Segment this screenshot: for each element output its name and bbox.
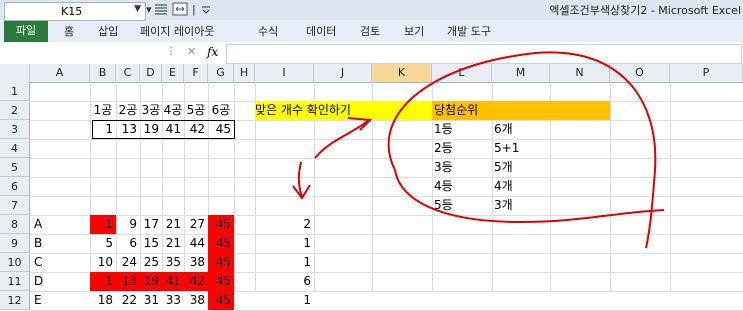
ticket-number[interactable]: 38 <box>184 291 208 310</box>
hand-drawn-annotation <box>292 51 665 249</box>
ticket-number[interactable]: 22 <box>116 291 140 310</box>
ticket-number[interactable]: 33 <box>162 291 184 310</box>
match-count[interactable]: 1 <box>255 290 311 310</box>
row-header-12[interactable]: 12 <box>0 291 30 310</box>
ticket-label[interactable]: E <box>34 290 42 310</box>
ticket-number[interactable]: 18 <box>90 291 116 310</box>
ticket-number[interactable]: 31 <box>140 291 162 310</box>
ticket-number[interactable]: 45 <box>208 291 234 310</box>
